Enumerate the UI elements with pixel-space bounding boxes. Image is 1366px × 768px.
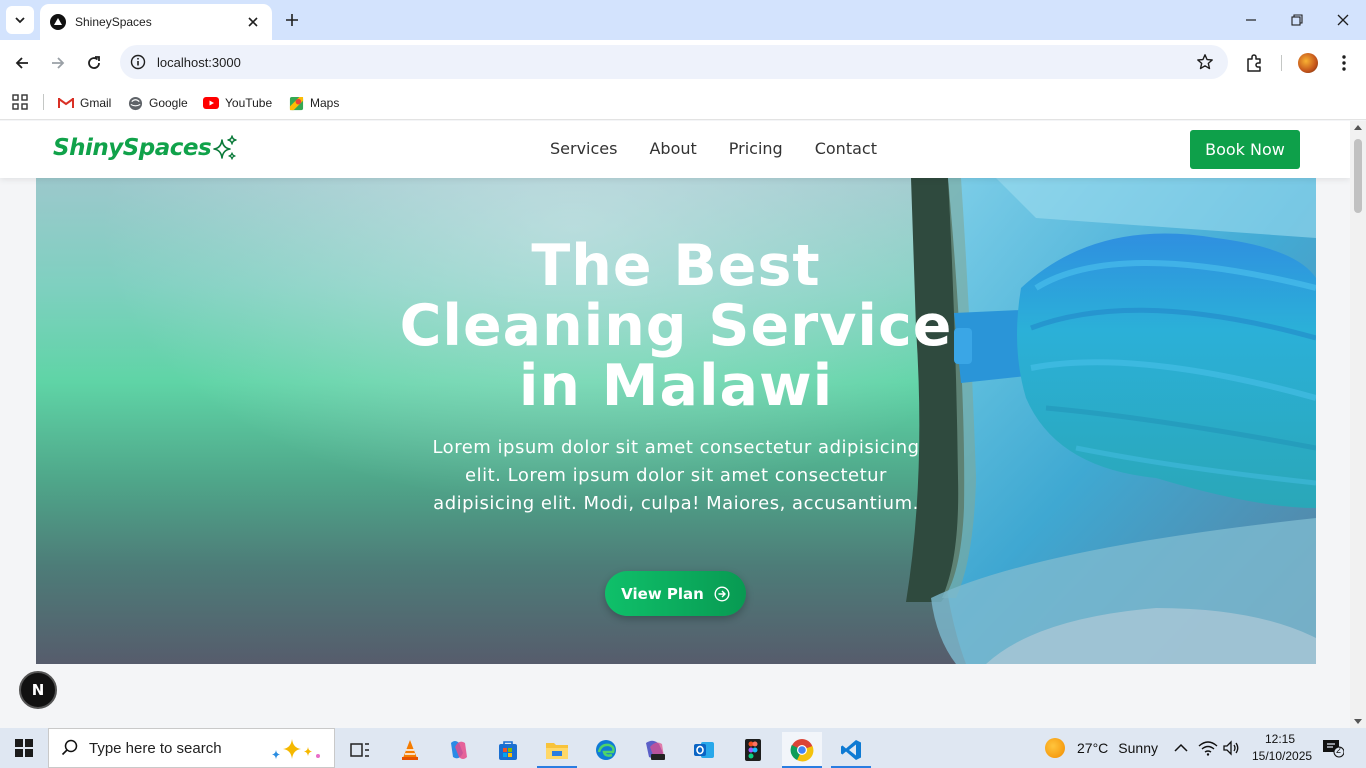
tab-title: ShineySpaces xyxy=(75,15,152,29)
close-window-icon[interactable] xyxy=(1333,10,1353,30)
clock-time: 12:15 xyxy=(1264,732,1296,746)
maps-icon xyxy=(288,95,304,111)
bookmark-maps[interactable]: Maps xyxy=(288,92,339,114)
bookmark-label: Gmail xyxy=(80,96,112,110)
view-plan-button[interactable]: View Plan xyxy=(605,571,746,616)
notification-count: 2 xyxy=(1336,745,1342,755)
address-bar[interactable]: localhost:3000 xyxy=(120,45,1228,79)
edge-icon[interactable] xyxy=(586,732,626,768)
restore-icon[interactable] xyxy=(1287,10,1307,30)
tab-search-button[interactable] xyxy=(6,6,34,34)
hero-title-line: in Malawi xyxy=(518,353,834,419)
more-menu-icon[interactable] xyxy=(1334,53,1354,73)
nav-link-contact[interactable]: Contact xyxy=(815,139,877,158)
search-placeholder: Type here to search xyxy=(89,739,222,757)
hero-title: The Best Cleaning Service in Malawi xyxy=(366,236,986,416)
google-icon xyxy=(127,95,143,111)
show-hidden-icons[interactable] xyxy=(1174,728,1188,768)
taskbar-clock[interactable]: 12:15 15/10/2025 xyxy=(1252,731,1313,765)
main-nav: Services About Pricing Contact xyxy=(550,139,877,158)
bookmark-youtube[interactable]: YouTube xyxy=(203,92,272,114)
browser-tab[interactable]: ShineySpaces xyxy=(40,4,272,40)
view-plan-label: View Plan xyxy=(621,584,704,603)
notification-center[interactable]: 2 xyxy=(1322,738,1345,758)
youtube-icon xyxy=(203,95,219,111)
hero-title-line: Cleaning Service xyxy=(399,293,953,359)
bookmark-gmail[interactable]: Gmail xyxy=(58,92,111,114)
bookmark-label: YouTube xyxy=(225,96,273,110)
bookmark-label: Google xyxy=(149,96,188,110)
sun-icon xyxy=(1045,738,1065,758)
bookmark-star-icon[interactable] xyxy=(1196,53,1214,71)
vscode-icon[interactable] xyxy=(831,732,871,768)
volume-icon[interactable] xyxy=(1222,728,1240,768)
nav-link-pricing[interactable]: Pricing xyxy=(729,139,783,158)
browser-tab-bar: ShineySpaces xyxy=(0,0,1366,40)
teams-app-icon[interactable] xyxy=(635,732,675,768)
profile-avatar[interactable] xyxy=(1298,53,1318,73)
site-logo[interactable]: ShinySpaces xyxy=(53,134,239,162)
hero-section: The Best Cleaning Service in Malawi Lore… xyxy=(36,178,1316,664)
close-tab-icon[interactable] xyxy=(244,13,262,31)
logo-text: ShinySpaces xyxy=(53,135,212,161)
minimize-icon[interactable] xyxy=(1241,10,1261,30)
bookmark-google[interactable]: Google xyxy=(127,92,188,114)
nav-link-about[interactable]: About xyxy=(649,139,696,158)
sparkle-icon xyxy=(213,135,237,160)
scroll-down-arrow-icon[interactable] xyxy=(1354,719,1362,724)
reload-icon[interactable] xyxy=(82,51,106,75)
site-info-icon[interactable] xyxy=(130,54,146,70)
microsoft-store-icon[interactable] xyxy=(488,732,528,768)
hero-subtitle: Lorem ipsum dolor sit amet consectetur a… xyxy=(432,437,920,514)
gmail-icon xyxy=(58,95,74,111)
chrome-icon[interactable] xyxy=(782,732,822,768)
apps-grid-icon[interactable] xyxy=(12,94,28,110)
windows-start-icon[interactable] xyxy=(15,739,33,757)
windows-taskbar: Type here to search 27°C Sunny 12:15 15/… xyxy=(0,728,1366,768)
hero-content: The Best Cleaning Service in Malawi Lore… xyxy=(366,236,986,518)
extensions-puzzle-icon[interactable] xyxy=(1244,53,1264,73)
search-icon xyxy=(61,739,78,756)
sparkle-decoration-icon xyxy=(272,739,320,759)
arrow-right-circle-icon xyxy=(714,585,730,602)
page-viewport: ShinySpaces Services About Pricing Conta… xyxy=(0,121,1350,728)
new-tab-icon[interactable] xyxy=(282,10,302,30)
scroll-up-arrow-icon[interactable] xyxy=(1354,125,1362,130)
nav-link-services[interactable]: Services xyxy=(550,139,617,158)
page-scrollbar[interactable] xyxy=(1350,121,1366,728)
network-icon[interactable] xyxy=(1198,728,1218,768)
task-view-icon[interactable] xyxy=(340,732,380,768)
url-text[interactable]: localhost:3000 xyxy=(157,55,241,70)
book-now-button[interactable]: Book Now xyxy=(1190,130,1300,169)
scroll-thumb[interactable] xyxy=(1354,139,1362,213)
weather-temperature: 27°C xyxy=(1077,740,1109,756)
browser-toolbar: localhost:3000 xyxy=(0,40,1366,86)
hero-title-line: The Best xyxy=(531,233,821,299)
chevron-down-icon xyxy=(15,17,25,24)
clock-date: 15/10/2025 xyxy=(1252,749,1313,763)
bookmarks-divider xyxy=(43,94,44,110)
outlook-icon[interactable] xyxy=(684,732,724,768)
back-arrow-icon[interactable] xyxy=(10,51,34,75)
weather-widget[interactable]: 27°C Sunny xyxy=(1045,728,1158,768)
toolbar-divider xyxy=(1281,55,1282,71)
nextjs-dev-badge[interactable]: N xyxy=(19,671,57,709)
forward-arrow-icon[interactable] xyxy=(46,51,70,75)
site-header: ShinySpaces Services About Pricing Conta… xyxy=(0,121,1350,178)
figma-icon[interactable] xyxy=(733,732,773,768)
vlc-icon[interactable] xyxy=(390,732,430,768)
weather-condition: Sunny xyxy=(1118,740,1158,756)
bookmarks-bar: Gmail Google YouTube Maps xyxy=(0,86,1366,120)
copilot-icon[interactable] xyxy=(439,732,479,768)
taskbar-search[interactable]: Type here to search xyxy=(48,728,335,768)
bookmark-label: Maps xyxy=(310,96,340,110)
file-explorer-icon[interactable] xyxy=(537,732,577,768)
nextjs-favicon-icon xyxy=(50,14,66,30)
chevron-up-icon xyxy=(1174,743,1188,752)
